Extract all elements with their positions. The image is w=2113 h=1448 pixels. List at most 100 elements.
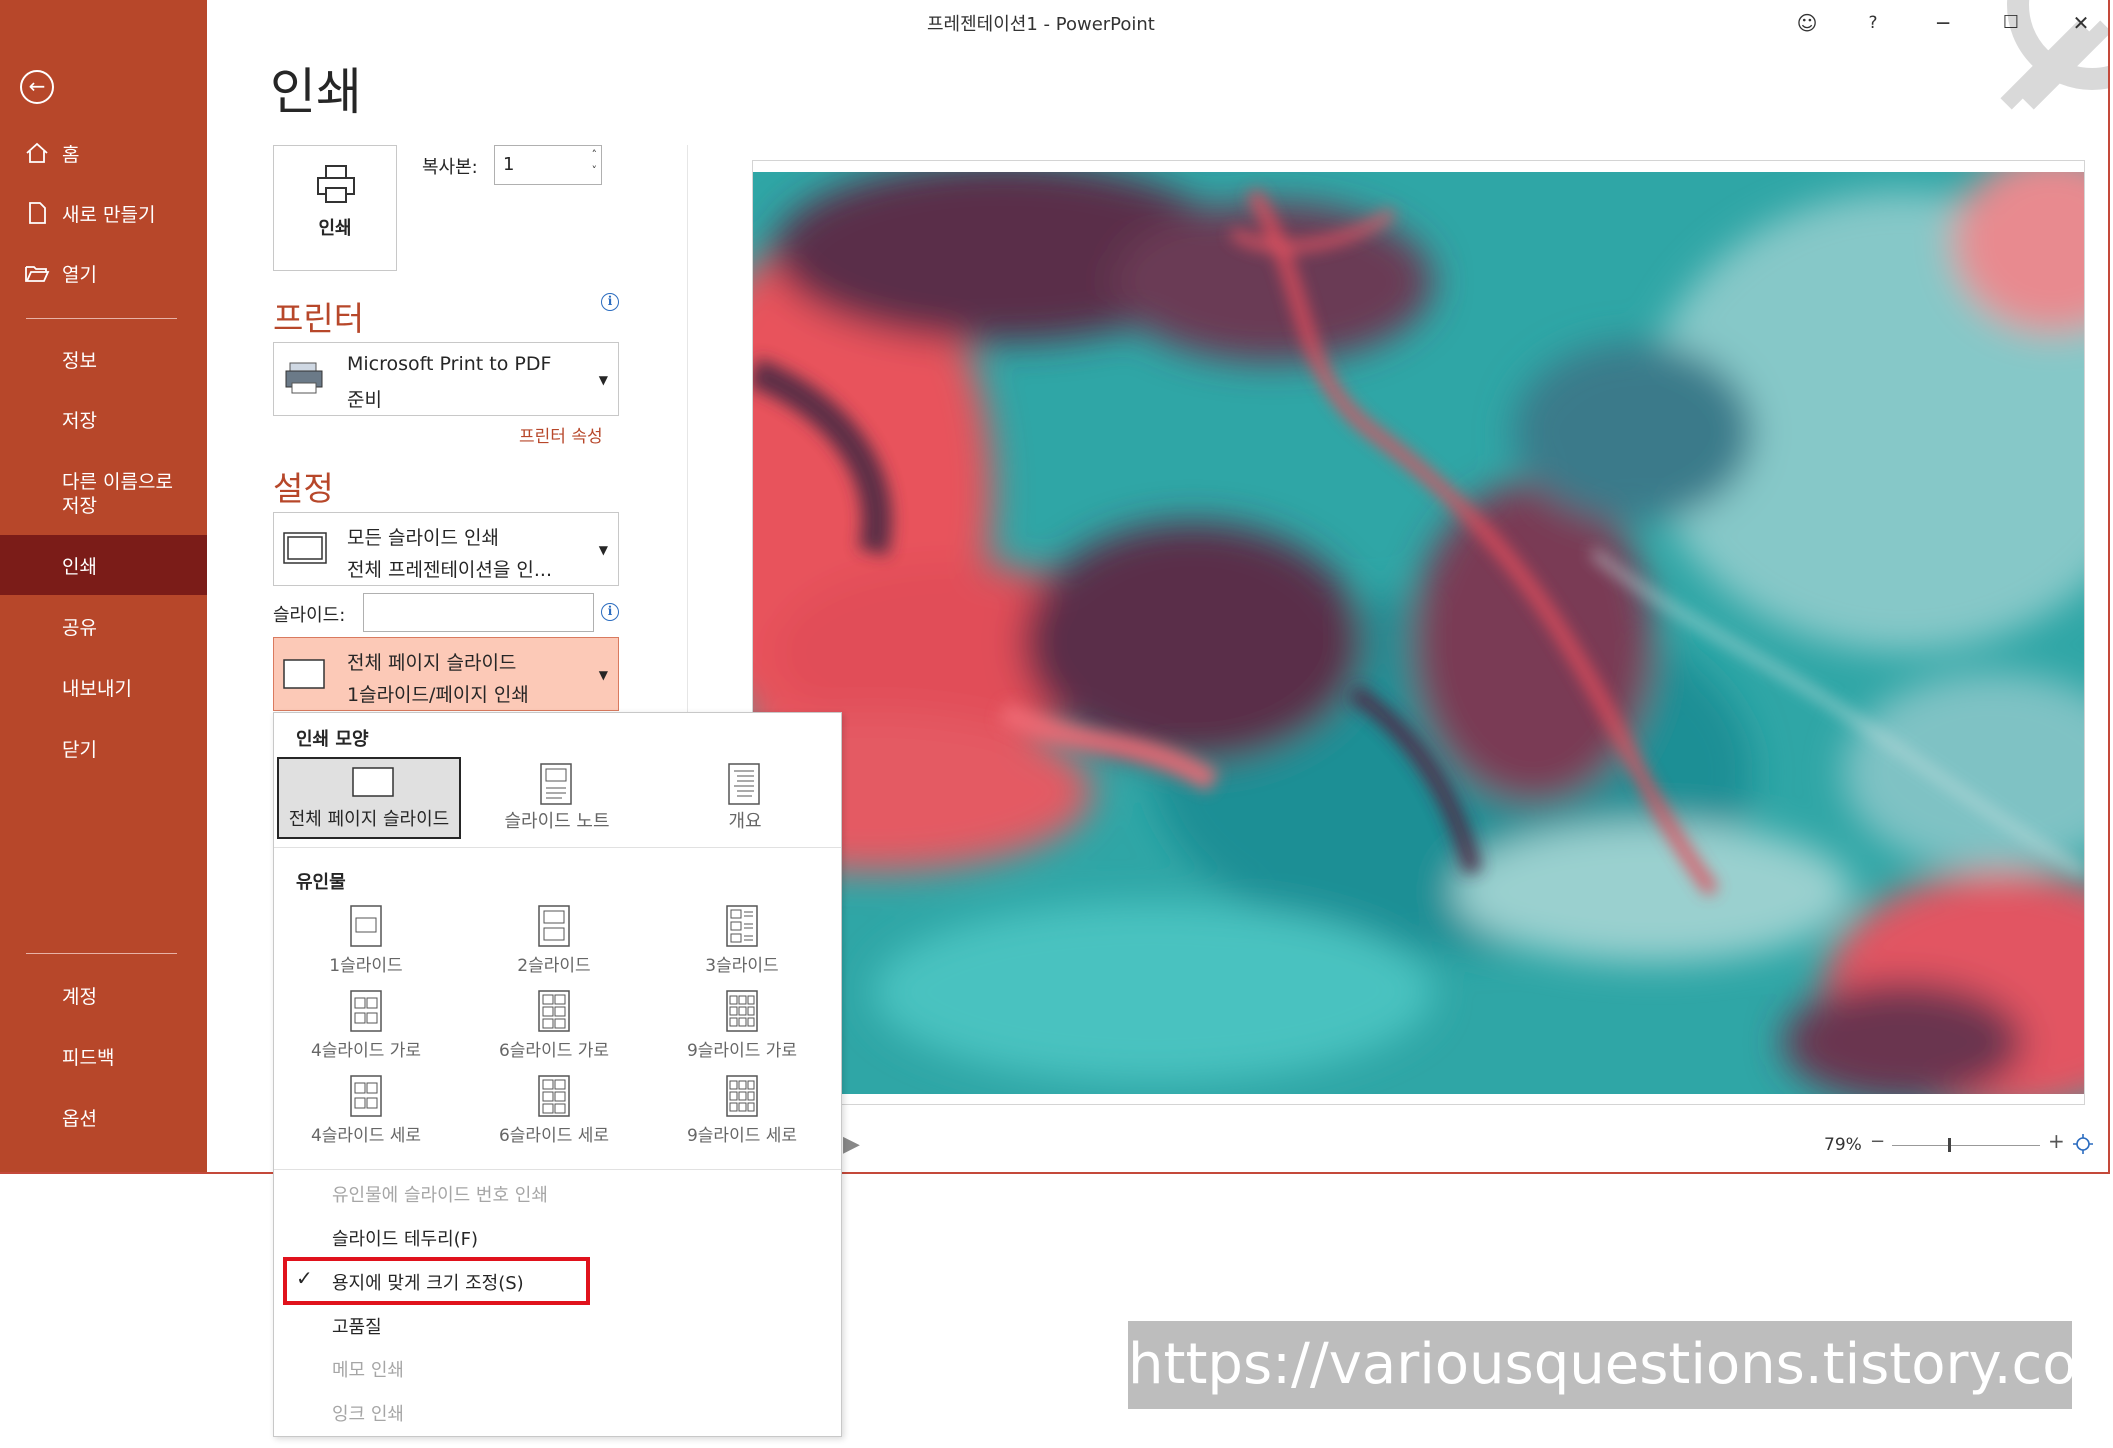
handout-option-6h[interactable]: 6슬라이드 가로 (462, 988, 646, 1064)
annotation-highlight-box (283, 1257, 590, 1305)
layout-option-label: 개요 (728, 811, 762, 832)
chevron-down-icon: ▼ (598, 543, 608, 557)
handout-option-label: 1슬라이드 (329, 956, 403, 976)
settings-heading: 설정 (273, 469, 334, 508)
sidebar-item-feedback[interactable]: 피드백 (0, 1027, 207, 1085)
printer-icon (317, 165, 355, 203)
handout-9-horizontal-icon (726, 990, 758, 1032)
sidebar-item-export[interactable]: 내보내기 (0, 658, 207, 716)
spin-up-icon[interactable]: ˄ (592, 148, 598, 161)
sidebar-divider (26, 318, 177, 319)
print-button-label: 인쇄 (318, 218, 352, 239)
sidebar-item-save[interactable]: 저장 (0, 390, 207, 448)
sidebar-item-info[interactable]: 정보 (0, 330, 207, 388)
new-document-icon (29, 202, 46, 224)
sidebar-item-close[interactable]: 닫기 (0, 719, 207, 777)
option-high-quality[interactable]: 고품질 (332, 1313, 382, 1339)
info-icon[interactable]: i (601, 603, 619, 621)
back-arrow-icon[interactable]: ← (20, 70, 54, 104)
zoom-out-icon[interactable]: − (1870, 1131, 1885, 1152)
handout-option-6v[interactable]: 6슬라이드 세로 (462, 1073, 646, 1149)
option-print-ink: 잉크 인쇄 (332, 1404, 404, 1425)
sidebar-item-save-as[interactable]: 다른 이름으로 저장 (0, 464, 200, 524)
handout-2-slides-icon (538, 905, 570, 947)
sidebar-item-label: 옵션 (62, 1107, 97, 1130)
sidebar-item-share[interactable]: 공유 (0, 597, 207, 655)
close-icon[interactable]: ✕ (2059, 6, 2103, 40)
handout-option-9h[interactable]: 9슬라이드 가로 (650, 988, 834, 1064)
handout-option-label: 9슬라이드 가로 (686, 1041, 798, 1061)
print-layout-heading: 인쇄 모양 (296, 729, 369, 750)
handout-option-label: 2슬라이드 (517, 956, 591, 976)
slides-input[interactable] (363, 593, 594, 632)
coauthor-icon[interactable]: ☺ (1785, 6, 1829, 40)
printer-properties-link[interactable]: 프린터 속성 (519, 422, 603, 447)
handout-option-4v[interactable]: 4슬라이드 세로 (274, 1073, 458, 1149)
print-preview (752, 160, 2085, 1105)
sidebar-item-home[interactable]: 홈 (0, 124, 207, 182)
notes-page-icon (540, 763, 572, 805)
handout-option-4h[interactable]: 4슬라이드 가로 (274, 988, 458, 1064)
title-bar: 프레젠테이션1 - PowerPoint ☺ ? ─ ☐ ✕ (207, 0, 2108, 110)
print-layout-select[interactable]: 전체 페이지 슬라이드 1슬라이드/페이지 인쇄 ▼ (273, 637, 619, 711)
folder-open-icon (25, 266, 50, 282)
sidebar-item-new[interactable]: 새로 만들기 (0, 184, 207, 242)
sidebar-item-label: 내보내기 (62, 677, 132, 700)
sidebar-item-label: 피드백 (62, 1046, 115, 1069)
full-page-slide-icon (283, 659, 325, 689)
print-button[interactable]: 인쇄 (273, 145, 397, 271)
printer-select[interactable]: Microsoft Print to PDF 준비 ▼ (273, 342, 619, 416)
full-page-slide-icon (352, 767, 394, 797)
handout-3-slides-icon (726, 905, 758, 947)
backstage-sidebar: ← 홈 새로 만들기 열기 정보 저장 다른 이름으로 저장 인쇄 공유 내보내… (0, 0, 207, 1172)
zoom-in-icon[interactable]: + (2048, 1129, 2065, 1153)
sidebar-item-label: 열기 (62, 263, 97, 286)
layout-option-label: 전체 페이지 슬라이드 (288, 809, 450, 830)
layout-option-notes[interactable]: 슬라이드 노트 (465, 757, 649, 839)
next-page-arrow-icon[interactable]: ▶ (843, 1132, 860, 1157)
option-frame-slides[interactable]: 슬라이드 테두리(F) (332, 1225, 478, 1251)
handout-4-horizontal-icon (350, 990, 382, 1032)
zoom-slider-thumb[interactable] (1948, 1138, 1951, 1152)
watermark-url: https://variousquestions.tistory.com (1128, 1321, 2113, 1409)
chevron-down-icon: ▼ (598, 668, 608, 682)
zoom-slider[interactable] (1892, 1145, 2040, 1146)
home-icon (26, 142, 48, 163)
layout-option-outline[interactable]: 개요 (653, 757, 837, 839)
outline-page-icon (728, 763, 760, 805)
spin-down-icon[interactable]: ˅ (592, 164, 598, 177)
print-layout-menu: 인쇄 모양 전체 페이지 슬라이드 슬라이드 노트 개요 유인물 1슬라이드 2… (273, 712, 842, 1437)
handout-option-9v[interactable]: 9슬라이드 세로 (650, 1073, 834, 1149)
maximize-icon[interactable]: ☐ (1989, 6, 2033, 40)
handout-1-slide-icon (350, 905, 382, 947)
sidebar-item-options[interactable]: 옵션 (0, 1088, 207, 1146)
handout-6-vertical-icon (538, 1075, 570, 1117)
handout-option-3[interactable]: 3슬라이드 (650, 903, 834, 979)
help-icon[interactable]: ? (1851, 6, 1895, 40)
handout-9-vertical-icon (726, 1075, 758, 1117)
copies-label: 복사본: (422, 157, 478, 178)
sidebar-item-open[interactable]: 열기 (0, 244, 207, 302)
handout-option-1[interactable]: 1슬라이드 (274, 903, 458, 979)
printer-name: Microsoft Print to PDF (347, 353, 552, 375)
slide-preview-image (753, 172, 2084, 1094)
print-range-select[interactable]: 모든 슬라이드 인쇄 전체 프레젠테이션을 인... ▼ (273, 512, 619, 586)
print-layout-label: 전체 페이지 슬라이드 (347, 652, 517, 674)
handout-option-2[interactable]: 2슬라이드 (462, 903, 646, 979)
info-icon[interactable]: i (601, 293, 619, 311)
zoom-to-page-icon[interactable] (2072, 1133, 2094, 1155)
sidebar-divider (26, 953, 177, 954)
minimize-icon[interactable]: ─ (1921, 6, 1965, 40)
handouts-heading: 유인물 (296, 872, 346, 893)
handout-option-label: 4슬라이드 가로 (310, 1041, 422, 1061)
layout-option-full-page[interactable]: 전체 페이지 슬라이드 (277, 757, 461, 839)
copies-value: 1 (503, 154, 515, 175)
sidebar-item-print[interactable]: 인쇄 (0, 535, 207, 595)
printer-heading: 프린터 (273, 299, 365, 338)
sidebar-item-account[interactable]: 계정 (0, 966, 207, 1024)
sidebar-item-label: 인쇄 (62, 555, 97, 578)
copies-input[interactable]: 1 ˄ ˅ (494, 145, 602, 185)
menu-divider (274, 1169, 841, 1170)
option-print-comments: 메모 인쇄 (332, 1360, 404, 1381)
abstract-slide-art (753, 172, 2084, 1094)
